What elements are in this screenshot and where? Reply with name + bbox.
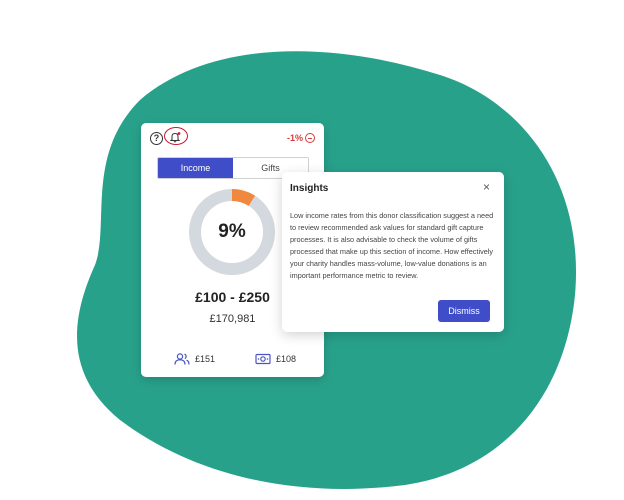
help-icon[interactable]: ? [150,132,163,145]
bell-icon[interactable] [169,131,181,143]
insights-body: Low income rates from this donor classif… [290,211,494,280]
minus-circle-icon [305,133,315,143]
people-icon [174,353,190,365]
banknote-icon [255,353,271,365]
change-indicator: -1% [287,133,315,143]
gift-stat-value: £108 [276,354,297,364]
percentage-label: 9% [218,221,246,242]
donor-stat-value: £151 [195,354,216,364]
gift-stat: £108 [255,353,296,365]
stats-row: £151 £108 [174,353,296,365]
change-value: -1% [286,133,303,143]
donor-stat: £151 [174,353,215,365]
insights-panel: Insights × Low income rates from this do… [282,172,504,332]
dismiss-button[interactable]: Dismiss [438,300,490,322]
insights-title: Insights [290,183,329,194]
tab-income[interactable]: Income [158,158,233,178]
close-icon[interactable]: × [483,181,490,193]
